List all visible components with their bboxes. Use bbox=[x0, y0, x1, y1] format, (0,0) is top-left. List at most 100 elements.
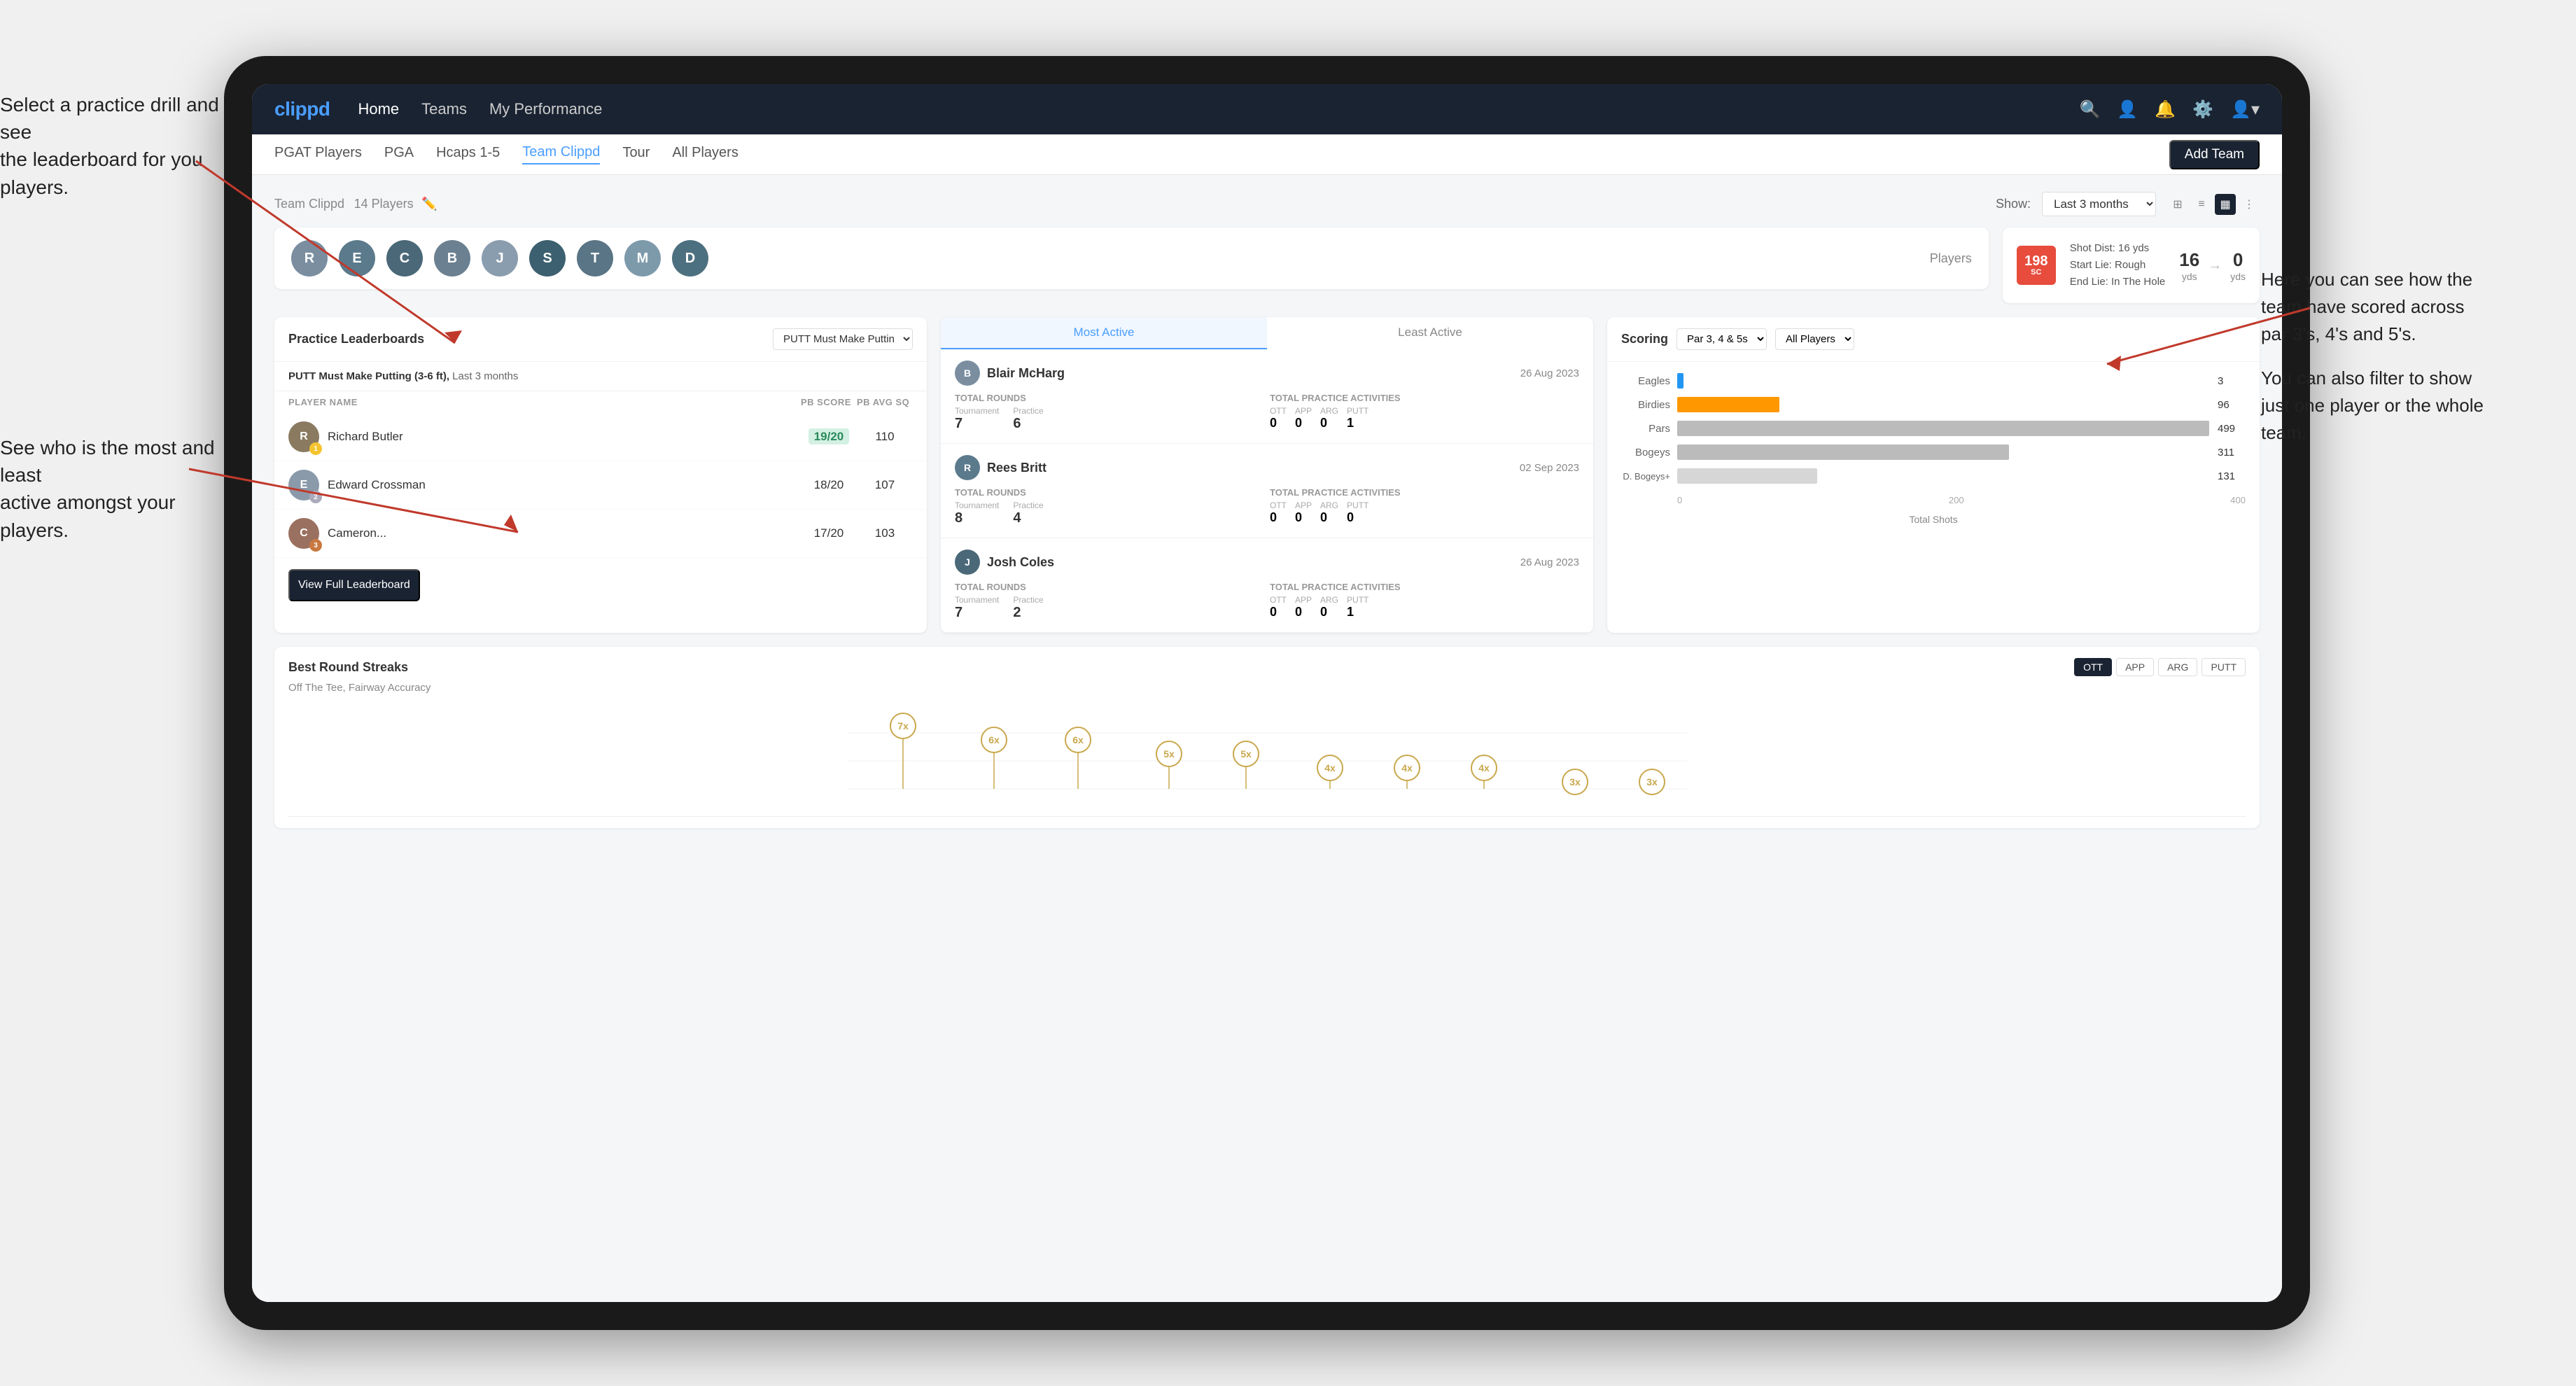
pill-ott[interactable]: OTT bbox=[2074, 658, 2112, 676]
activity-stats-2: Total Rounds Tournament 8 Practice 4 bbox=[955, 487, 1579, 526]
player-avatar-3[interactable]: C bbox=[386, 240, 423, 276]
tournament-val-1: 7 bbox=[955, 416, 999, 432]
scoring-filter2[interactable]: All Players bbox=[1775, 328, 1854, 350]
chart-row-pars: Pars 499 bbox=[1621, 421, 2246, 436]
scoring-filter1[interactable]: Par 3, 4 & 5s bbox=[1676, 328, 1767, 350]
putt-col-1: PUTT 1 bbox=[1347, 406, 1368, 430]
chart-val-bogeys: 311 bbox=[2218, 447, 2246, 458]
shot-dist3: End Lie: In The Hole bbox=[2070, 274, 2165, 290]
activity-player-2-name-row: R Rees Britt bbox=[955, 455, 1046, 480]
players-count: 14 Players bbox=[354, 197, 414, 211]
total-practice-3: Total Practice Activities OTT0 APP0 ARG0… bbox=[1270, 582, 1579, 621]
edit-icon[interactable]: ✏️ bbox=[421, 197, 437, 211]
nav-my-performance[interactable]: My Performance bbox=[489, 100, 602, 118]
player-avatar-6[interactable]: S bbox=[529, 240, 566, 276]
total-rounds-3: Total Rounds Tournament 7 Practice 2 bbox=[955, 582, 1264, 621]
annotation-bottom-left: See who is the most and least active amo… bbox=[0, 434, 224, 544]
tournament-lbl-2: Tournament bbox=[955, 500, 999, 510]
rounds-values-2: Tournament 8 Practice 4 bbox=[955, 500, 1264, 526]
chart-bar-birdies bbox=[1677, 397, 1779, 412]
pill-arg[interactable]: ARG bbox=[2158, 658, 2197, 676]
leaderboard-subtitle: PUTT Must Make Putting (3-6 ft), Last 3 … bbox=[274, 362, 927, 391]
arg-val-3: 0 bbox=[1320, 605, 1338, 620]
player-avatar-9[interactable]: D bbox=[672, 240, 708, 276]
lb-row-2: E 2 Edward Crossman 18/20 107 bbox=[274, 461, 927, 510]
pill-app[interactable]: APP bbox=[2116, 658, 2154, 676]
activity-avatar-2: R bbox=[955, 455, 980, 480]
lb-name-1: Richard Butler bbox=[328, 430, 403, 444]
player-avatar-8[interactable]: M bbox=[624, 240, 661, 276]
chart-bar-bogeys-container bbox=[1677, 444, 2211, 460]
arg-col-1: ARG 0 bbox=[1320, 406, 1338, 430]
player-avatar-5[interactable]: J bbox=[482, 240, 518, 276]
drill-select[interactable]: PUTT Must Make Putting... bbox=[773, 328, 913, 350]
player-avatar-4[interactable]: B bbox=[434, 240, 470, 276]
search-icon[interactable]: 🔍 bbox=[2080, 99, 2101, 120]
lb-name-3: Cameron... bbox=[328, 526, 386, 540]
player-avatar-2[interactable]: E bbox=[339, 240, 375, 276]
activity-player-3-header: J Josh Coles 26 Aug 2023 bbox=[955, 550, 1579, 575]
svg-text:5x: 5x bbox=[1240, 748, 1252, 760]
tab-most-active[interactable]: Most Active bbox=[941, 317, 1267, 349]
lb-score-val-3: 17/20 bbox=[814, 526, 844, 540]
card-view-icon[interactable]: ▦ bbox=[2215, 194, 2236, 215]
lb-subtitle-period: Last 3 months bbox=[452, 370, 518, 382]
subnav-hcaps[interactable]: Hcaps 1-5 bbox=[436, 145, 500, 164]
add-team-button[interactable]: Add Team bbox=[2169, 140, 2260, 169]
tournament-lbl-1: Tournament bbox=[955, 406, 999, 416]
chart-bar-pars bbox=[1677, 421, 2209, 436]
tab-least-active[interactable]: Least Active bbox=[1267, 317, 1593, 349]
list-view-icon[interactable]: ≡ bbox=[2191, 194, 2212, 215]
activity-player-3-name-row: J Josh Coles bbox=[955, 550, 1054, 575]
bell-icon[interactable]: 🔔 bbox=[2155, 99, 2176, 120]
player-avatar-7[interactable]: T bbox=[577, 240, 613, 276]
scoring-card: Scoring Par 3, 4 & 5s All Players Eagles bbox=[1607, 317, 2260, 633]
chart-row-birdies: Birdies 96 bbox=[1621, 397, 2246, 412]
subnav-tour[interactable]: Tour bbox=[622, 145, 650, 164]
activity-player-2-header: R Rees Britt 02 Sep 2023 bbox=[955, 455, 1579, 480]
practice-val-3: 2 bbox=[1013, 605, 1043, 621]
player-avatar-1[interactable]: R bbox=[291, 240, 328, 276]
settings-icon[interactable]: ⚙️ bbox=[2192, 99, 2213, 120]
tournament-val-2: 8 bbox=[955, 510, 999, 526]
total-practice-label-3: Total Practice Activities bbox=[1270, 582, 1579, 592]
annotation-right: Here you can see how the team have score… bbox=[2261, 266, 2576, 447]
svg-text:4x: 4x bbox=[1401, 762, 1413, 774]
activity-tabs: Most Active Least Active bbox=[941, 317, 1593, 349]
nav-home[interactable]: Home bbox=[358, 100, 399, 118]
subnav-pgat[interactable]: PGAT Players bbox=[274, 145, 362, 164]
chart-axis: 0 200 400 bbox=[1621, 492, 2246, 511]
subnav-all-players[interactable]: All Players bbox=[672, 145, 738, 164]
shot-end: 0 yds bbox=[2230, 249, 2246, 282]
scoring-title: Scoring bbox=[1621, 332, 1668, 346]
person-icon[interactable]: 👤 bbox=[2117, 99, 2138, 120]
practice-leaderboard-card: Practice Leaderboards PUTT Must Make Put… bbox=[274, 317, 927, 633]
putt-val-1: 1 bbox=[1347, 416, 1368, 430]
streaks-svg: 7x 6x 6x 5x bbox=[288, 705, 2246, 817]
total-rounds-label-2: Total Rounds bbox=[955, 487, 1264, 498]
pill-putt[interactable]: PUTT bbox=[2202, 658, 2246, 676]
activity-name-3: Josh Coles bbox=[987, 555, 1054, 570]
total-practice-label-1: Total Practice Activities bbox=[1270, 393, 1579, 403]
show-select[interactable]: Last 3 months Last 6 months Last 12 mont… bbox=[2042, 192, 2156, 216]
shot-dist2: Start Lie: Rough bbox=[2070, 257, 2165, 274]
chart-val-eagles: 3 bbox=[2218, 375, 2246, 387]
ott-val-3: 0 bbox=[1270, 605, 1287, 620]
subnav-pga[interactable]: PGA bbox=[384, 145, 414, 164]
lb-subtitle-drill: PUTT Must Make Putting (3-6 ft), bbox=[288, 370, 449, 382]
nav-teams[interactable]: Teams bbox=[421, 100, 467, 118]
subnav-team-clippd[interactable]: Team Clippd bbox=[522, 144, 600, 164]
lb-row-1: R 1 Richard Butler 19/20 110 bbox=[274, 413, 927, 461]
table-view-icon[interactable]: ⋮ bbox=[2239, 194, 2260, 215]
grid-view-icon[interactable]: ⊞ bbox=[2167, 194, 2188, 215]
chart-x-label: Total Shots bbox=[1621, 511, 2246, 533]
app-val-1: 0 bbox=[1295, 416, 1312, 430]
tournament-col-2: Tournament 8 bbox=[955, 500, 999, 526]
tournament-lbl-3: Tournament bbox=[955, 595, 999, 605]
activity-player-1: B Blair McHarg 26 Aug 2023 Total Rounds … bbox=[941, 349, 1593, 444]
activity-player-2: R Rees Britt 02 Sep 2023 Total Rounds To… bbox=[941, 444, 1593, 538]
col-avg: PB AVG SQ bbox=[857, 397, 913, 407]
view-full-leaderboard-button[interactable]: View Full Leaderboard bbox=[288, 569, 420, 601]
app-val-2: 0 bbox=[1295, 510, 1312, 525]
avatar-icon[interactable]: 👤▾ bbox=[2230, 99, 2260, 120]
